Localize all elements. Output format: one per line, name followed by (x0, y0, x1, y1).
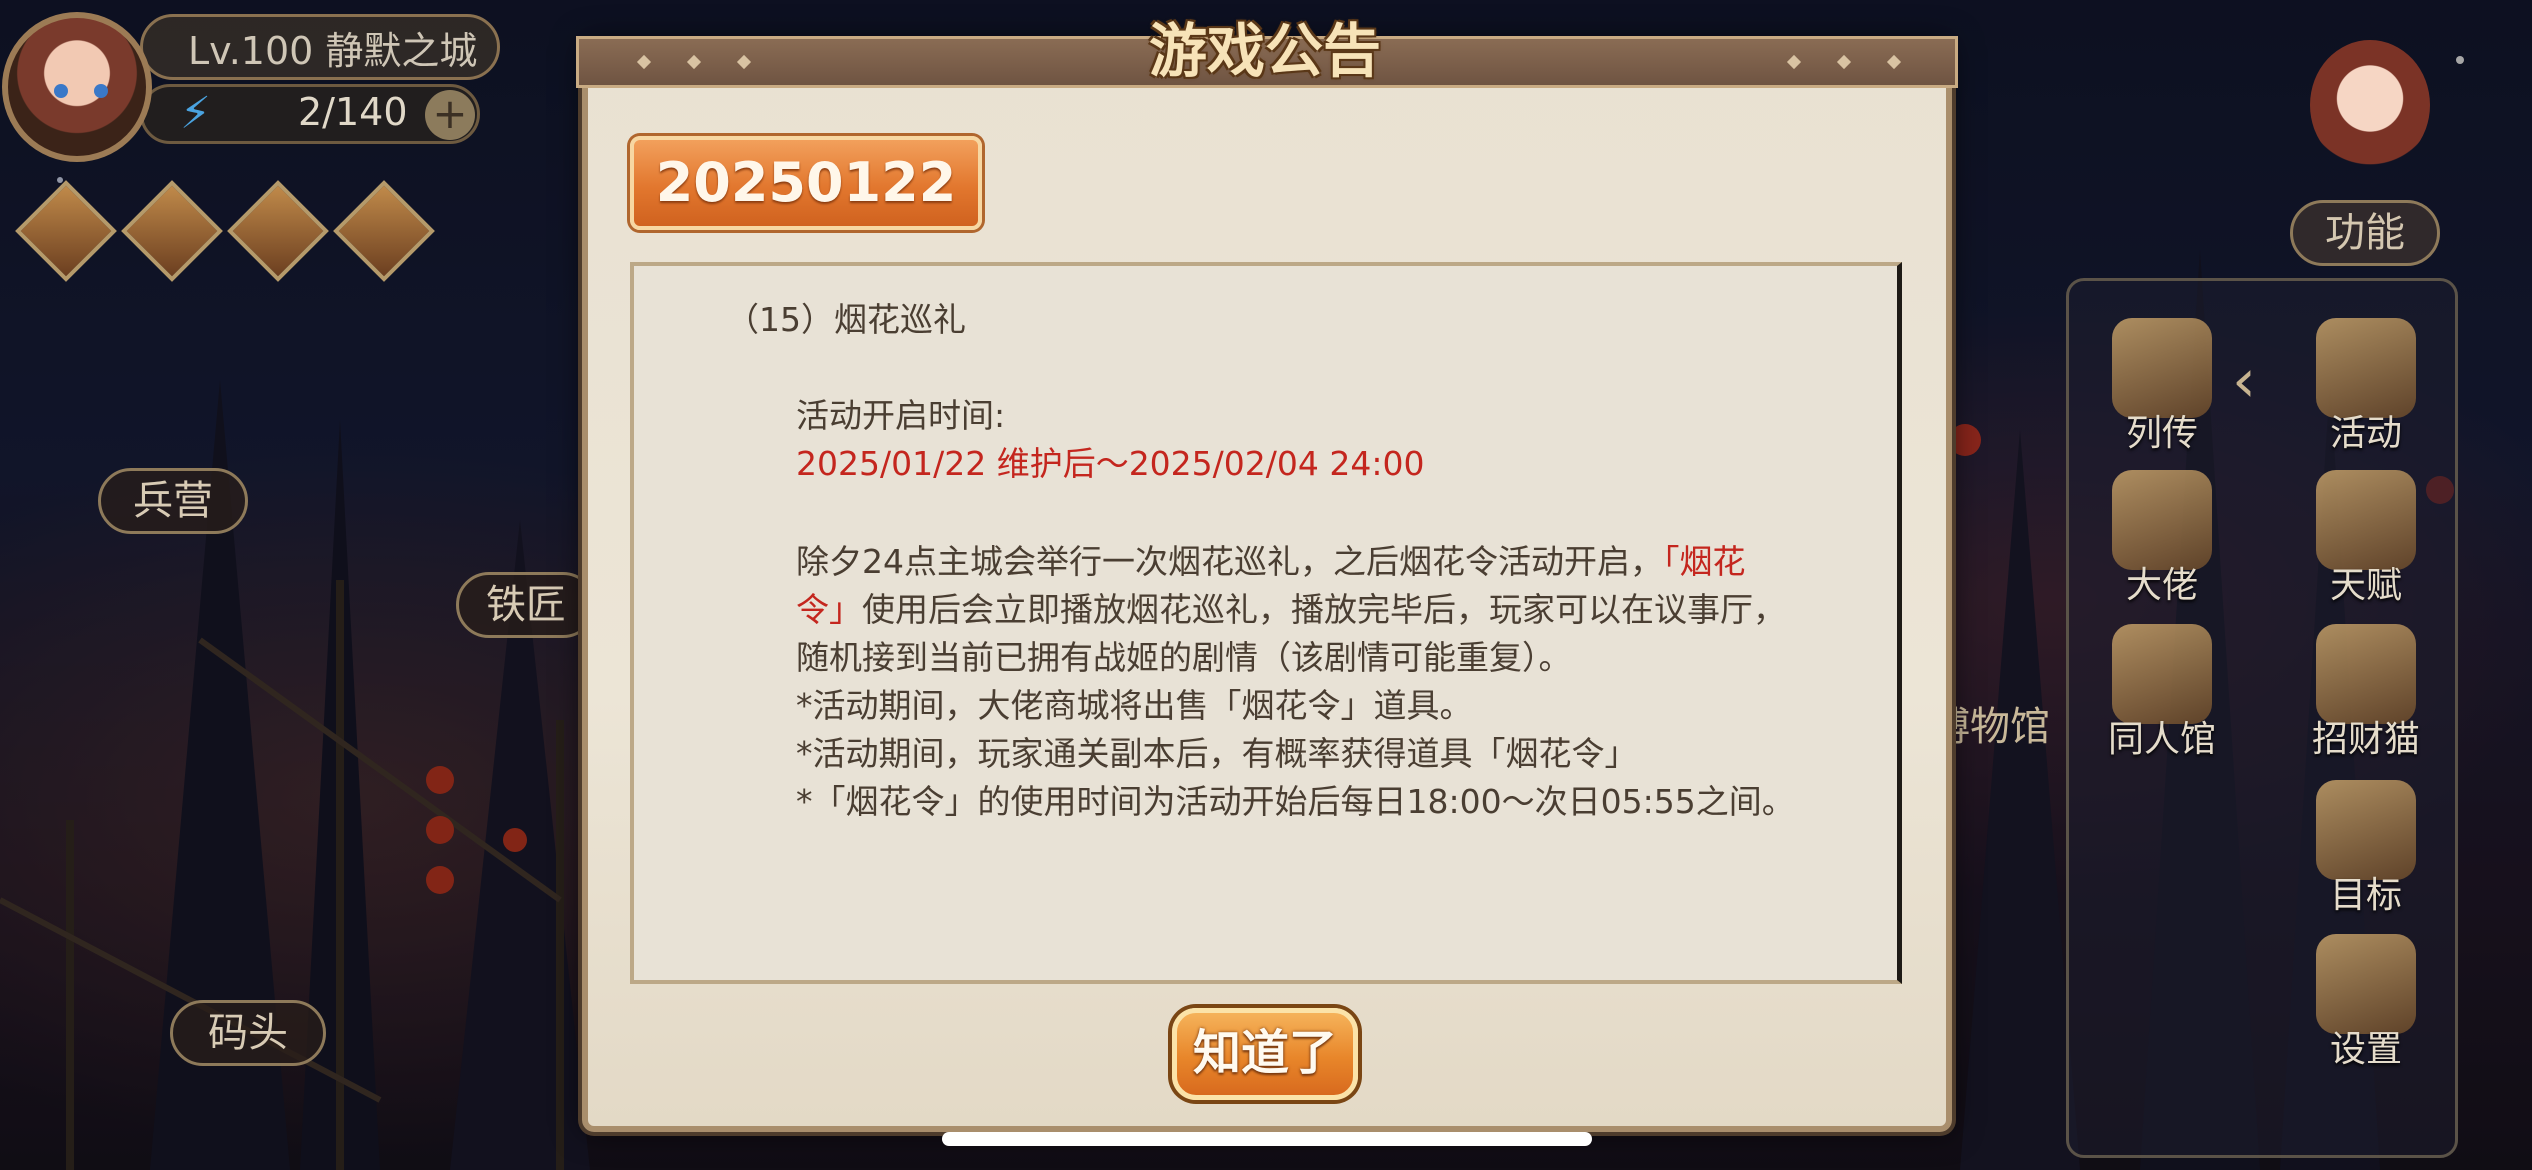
event-time-label: 活动开启时间: (796, 396, 1006, 435)
body-line-1: 除夕24点主城会举行一次烟花巡礼，之后烟花令活动开启，「烟花 (796, 538, 1746, 586)
ornament-dot (686, 54, 702, 70)
body-text: 除夕24点主城会举行一次烟花巡礼，之后烟花令活动开启， (796, 542, 1663, 581)
avatar-eye-right (94, 84, 108, 98)
menu-item-settings[interactable]: 设置 (2296, 934, 2436, 1074)
menu-item-label: 大佬 (2125, 565, 2198, 606)
menu-item-event[interactable]: 活动 (2296, 318, 2436, 458)
announcement-heading: （15）烟花巡礼 (726, 300, 966, 339)
add-energy-button[interactable]: + (425, 90, 475, 140)
highlight-item-name: 令」 (796, 590, 862, 629)
menu-item-goals[interactable]: 目标 (2296, 780, 2436, 920)
menu-item-lucky-cat[interactable]: 招财猫 (2296, 624, 2436, 764)
lightning-icon: ⚡ (180, 88, 211, 139)
player-level-name: Lv.100 静默之城 (188, 29, 478, 73)
player-avatar[interactable] (2, 12, 152, 162)
ornament-dot (1786, 54, 1802, 70)
announcement-date-tab[interactable]: 20250122 (630, 136, 982, 230)
menu-item-talent[interactable]: 天赋 (2296, 470, 2436, 610)
chevron-left-icon[interactable]: ‹ (2232, 346, 2256, 416)
map-label-dock[interactable]: 码头 (170, 1000, 326, 1066)
book-icon (2112, 318, 2212, 418)
menu-item-label: 列传 (2125, 413, 2198, 454)
home-indicator[interactable] (942, 1132, 1592, 1146)
ornament-dot (1886, 54, 1902, 70)
mascot-character[interactable] (2270, 20, 2460, 230)
castle-icon (2112, 624, 2212, 724)
talent-emblem-icon (2316, 470, 2416, 570)
lucky-cat-icon (2316, 624, 2416, 724)
map-label-barracks[interactable]: 兵营 (98, 468, 248, 534)
body-text: 使用后会立即播放烟花巡礼，播放完毕后，玩家可以在议事厅， (862, 590, 1786, 629)
event-time-range: 2025/01/22 维护后～2025/02/04 24:00 (796, 444, 1425, 483)
body-line-2: 令」使用后会立即播放烟花巡礼，播放完毕后，玩家可以在议事厅， (796, 586, 1786, 634)
ornament-dot (736, 54, 752, 70)
menu-item-label: 天赋 (2329, 565, 2402, 606)
body-line-3: 随机接到当前已拥有战姬的剧情（该剧情可能重复）。 (796, 638, 1572, 677)
note-line-3: *「烟花令」的使用时间为活动开始后每日18:00～次日05:55之间。 (796, 782, 1795, 821)
menu-item-label: 设置 (2329, 1029, 2402, 1070)
ornament-dot (636, 54, 652, 70)
menu-item-label: 招财猫 (2311, 719, 2420, 760)
dialog-title: 游戏公告 (1148, 17, 1381, 85)
target-board-icon (2316, 780, 2416, 880)
energy-count: 2/140 (298, 90, 408, 134)
note-line-2: *活动期间，玩家通关副本后，有概率获得道具「烟花令」 (796, 734, 1638, 773)
menu-item-boss[interactable]: 大佬 (2092, 470, 2232, 610)
menu-item-biography[interactable]: 列传 (2092, 318, 2232, 458)
star-medal-icon (2316, 318, 2416, 418)
note-line-1: *活动期间，大佬商城将出售「烟花令」道具。 (796, 686, 1473, 725)
menu-item-label: 活动 (2329, 413, 2402, 454)
menu-item-label: 同人馆 (2107, 719, 2216, 760)
mascot-head (2310, 40, 2430, 170)
function-button[interactable]: 功能 (2290, 200, 2440, 266)
avatar-eye-left (54, 84, 68, 98)
map-label-blacksmith[interactable]: 铁匠 (456, 572, 596, 638)
got-it-button[interactable]: 知道了 (1172, 1008, 1358, 1100)
announcement-content[interactable]: （15）烟花巡礼 活动开启时间: 2025/01/22 维护后～2025/02/… (630, 262, 1902, 984)
yen-icon (2112, 470, 2212, 570)
menu-item-label: 目标 (2329, 875, 2402, 916)
highlight-item-name: 「烟花 (1663, 542, 1746, 581)
ornament-dot (1836, 54, 1852, 70)
menu-item-fan-hall[interactable]: 同人馆 (2092, 624, 2232, 764)
gear-icon (2316, 934, 2416, 1034)
